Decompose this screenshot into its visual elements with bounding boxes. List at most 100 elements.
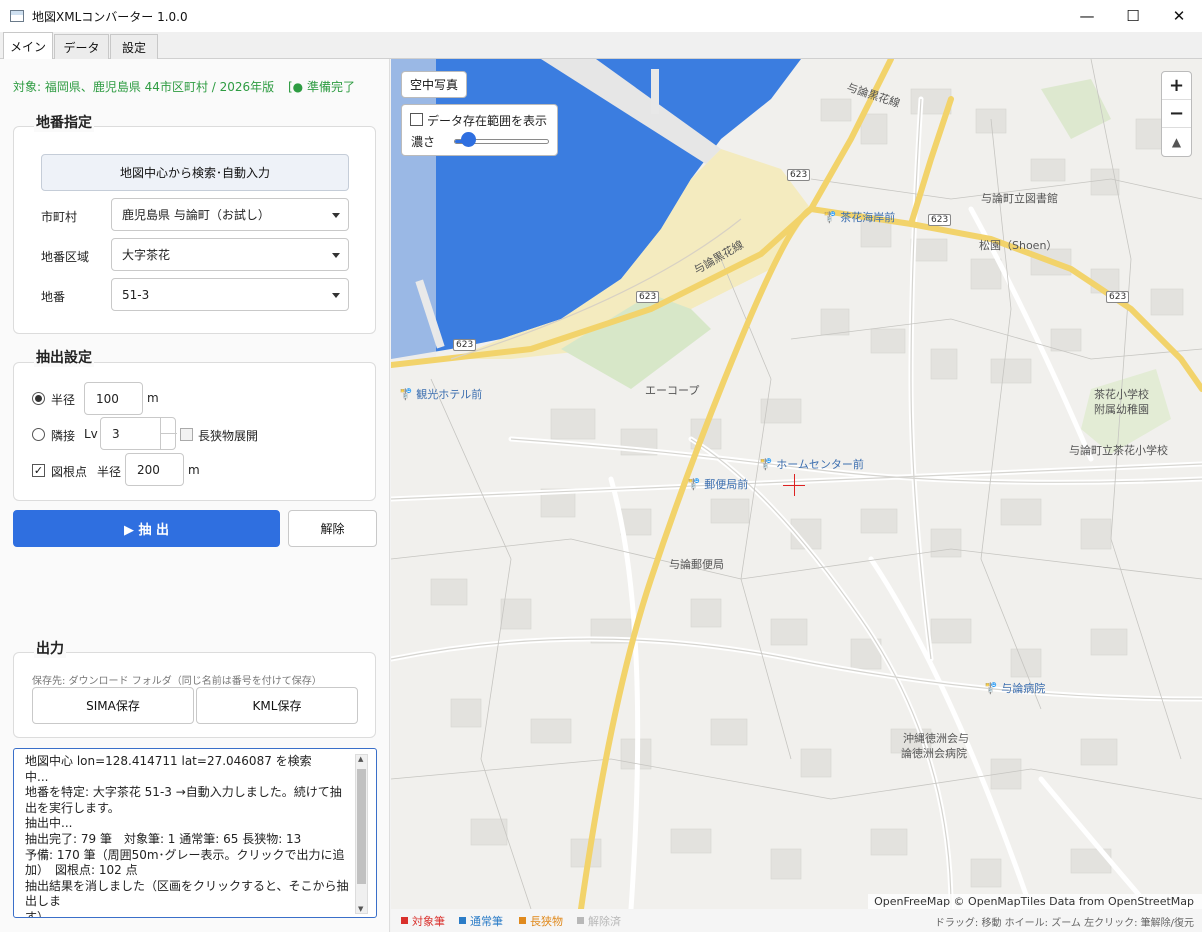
place-label: 松園（Shoen） — [979, 239, 1058, 252]
maximize-button[interactable]: ☐ — [1110, 0, 1156, 32]
post-office-label: 与論郵便局 — [669, 558, 724, 571]
municipality-label: 市町村 — [41, 210, 78, 224]
extract-button[interactable]: ▶ 抽 出 — [13, 510, 280, 547]
library-label: 与論町立図書館 — [981, 192, 1058, 205]
benchmark-label: 図根点 — [51, 465, 88, 479]
benchmark-radius-label: 半径 — [97, 465, 122, 479]
close-button[interactable]: ✕ — [1156, 0, 1202, 32]
log-line: 抽出完了: 79 筆 対象筆: 1 通常筆: 65 長狭物: 13 — [25, 831, 302, 846]
legend-long-narrow: 長狭物 — [519, 913, 563, 929]
hospital-label: 論徳洲会病院 — [901, 747, 967, 760]
route-shield: 623 — [928, 214, 952, 226]
show-range-label: データ存在範囲を表示 — [427, 114, 548, 128]
bus-stop-label: 🚏 ホームセンター前 — [759, 458, 864, 471]
legend-cleared: 解除済 — [577, 913, 621, 929]
aerial-photo-button[interactable]: 空中写真 — [401, 71, 467, 98]
legend-label: 解除済 — [588, 915, 621, 928]
data-range-panel: データ存在範囲を表示 濃さ — [401, 104, 558, 156]
radius-radio[interactable] — [32, 392, 45, 405]
route-shield: 623 — [453, 339, 477, 351]
legend-swatch — [519, 917, 526, 924]
map-attribution[interactable]: OpenFreeMap © OpenMapTiles Data from Ope… — [868, 894, 1202, 909]
output-section-title: 出力 — [34, 638, 66, 658]
extract-section-title: 抽出設定 — [34, 347, 94, 367]
adjacent-label: 隣接 — [51, 429, 76, 443]
bus-stop-name: 与論病院 — [1001, 682, 1046, 695]
zoom-out-button[interactable]: − — [1162, 100, 1191, 128]
route-shield: 623 — [787, 169, 811, 181]
app-icon — [10, 10, 24, 22]
zoom-in-button[interactable]: + — [1162, 72, 1191, 100]
tab-bar: メイン データ 設定 — [0, 32, 1202, 60]
tab-settings[interactable]: 設定 — [110, 34, 158, 59]
lv-label: Lv — [84, 427, 98, 441]
route-shield: 623 — [636, 291, 660, 303]
lv-spin-buttons[interactable] — [160, 417, 177, 450]
log-line: す）。 — [25, 909, 56, 918]
log-text: 地図中心 lon=128.414711 lat=27.046087 を検索 中.… — [25, 754, 355, 918]
bus-stop-name: 茶花海岸前 — [840, 211, 896, 224]
district-select[interactable]: 大字茶花 — [111, 238, 349, 271]
tab-main[interactable]: メイン — [3, 32, 53, 60]
bus-stop-name: 観光ホテル前 — [416, 388, 483, 401]
map-view[interactable]: 与論黒花線 与論黒花線 623 623 623 623 623 与論町立図書館 … — [391, 59, 1202, 909]
benchmark-checkbox[interactable]: ✓ — [32, 464, 45, 477]
title-bar: 地図XMLコンバーター 1.0.0 — ☐ ✕ — [0, 0, 1202, 32]
scroll-down-icon[interactable]: ▼ — [358, 905, 363, 913]
minimize-button[interactable]: — — [1064, 0, 1110, 32]
log-scrollbar[interactable]: ▲ ▼ — [355, 754, 368, 914]
bus-stop-label: 🚏 郵便局前 — [687, 478, 749, 491]
log-line: 地番を特定: 大字茶花 51-3 →自動入力しました。続けて抽 — [25, 785, 342, 800]
compass-icon[interactable]: ▲ — [1162, 128, 1191, 156]
log-line: 出を実行します。 — [25, 800, 120, 815]
map-canvas — [391, 59, 1202, 909]
adjacent-radio[interactable] — [32, 428, 45, 441]
bus-stop-name: 郵便局前 — [704, 478, 749, 491]
center-crosshair — [794, 474, 795, 496]
scroll-thumb[interactable] — [357, 769, 366, 884]
radius-unit: m — [147, 391, 159, 405]
sima-save-button[interactable]: SIMA保存 — [32, 687, 194, 724]
legend-swatch — [401, 917, 408, 924]
hospital-label: 沖縄徳洲会与 — [903, 732, 969, 745]
bus-stop-label: 🚏 観光ホテル前 — [399, 388, 483, 401]
long-narrow-label: 長狭物展開 — [198, 429, 259, 443]
kml-save-button[interactable]: KML保存 — [196, 687, 358, 724]
lot-select[interactable]: 51-3 — [111, 278, 349, 311]
bus-stop-name: ホームセンター前 — [776, 458, 864, 471]
legend-swatch — [577, 917, 584, 924]
legend-swatch — [459, 917, 466, 924]
benchmark-radius-input[interactable]: 200 — [125, 453, 184, 486]
bus-stop-label: 🚏 茶花海岸前 — [823, 211, 896, 224]
density-label: 濃さ — [411, 135, 436, 149]
scroll-up-icon[interactable]: ▲ — [358, 755, 363, 763]
lot-value: 51-3 — [122, 287, 150, 302]
parcel-section-title: 地番指定 — [34, 112, 94, 132]
radius-input[interactable]: 100 — [84, 382, 143, 415]
density-slider-thumb[interactable] — [461, 132, 477, 147]
log-area[interactable]: 地図中心 lon=128.414711 lat=27.046087 を検索 中.… — [13, 748, 377, 918]
district-value: 大字茶花 — [122, 248, 171, 262]
save-location-note: 保存先: ダウンロード フォルダ（同じ名前は番号を付けて保存） — [32, 676, 322, 687]
bus-stop-label: 🚏 与論病院 — [984, 682, 1046, 695]
school-label: 与論町立茶花小学校 — [1069, 444, 1168, 457]
target-info: 対象: 福岡県、鹿児島県 44市区町村 / 2026年版 [● 準備完了 — [13, 78, 355, 95]
zoom-controls: + − ▲ — [1161, 71, 1192, 157]
chevron-down-icon — [332, 213, 340, 218]
show-range-checkbox[interactable] — [410, 113, 423, 126]
chevron-down-icon — [332, 293, 340, 298]
clear-button[interactable]: 解除 — [288, 510, 377, 547]
tab-data[interactable]: データ — [54, 34, 109, 59]
target-text: 対象: 福岡県、鹿児島県 44市区町村 / 2026年版 — [13, 80, 275, 94]
log-line: 地図中心 lon=128.414711 lat=27.046087 を検索 — [25, 754, 312, 768]
municipality-select[interactable]: 鹿児島県 与論町（お試し） — [111, 198, 349, 231]
window-title: 地図XMLコンバーター 1.0.0 — [32, 9, 188, 24]
lv-value: 3 — [112, 426, 120, 441]
status-bar: 対象筆 通常筆 長狭物 解除済 ドラッグ: 移動 ホイール: ズーム 左クリック… — [391, 909, 1202, 932]
autofill-button[interactable]: 地図中心から検索･自動入力 — [41, 154, 349, 191]
school-label: 附属幼稚園 — [1094, 403, 1149, 416]
benchmark-radius-unit: m — [188, 463, 200, 477]
long-narrow-checkbox[interactable] — [180, 428, 193, 441]
legend-label: 対象筆 — [412, 915, 445, 928]
log-line: 中... — [25, 769, 49, 784]
